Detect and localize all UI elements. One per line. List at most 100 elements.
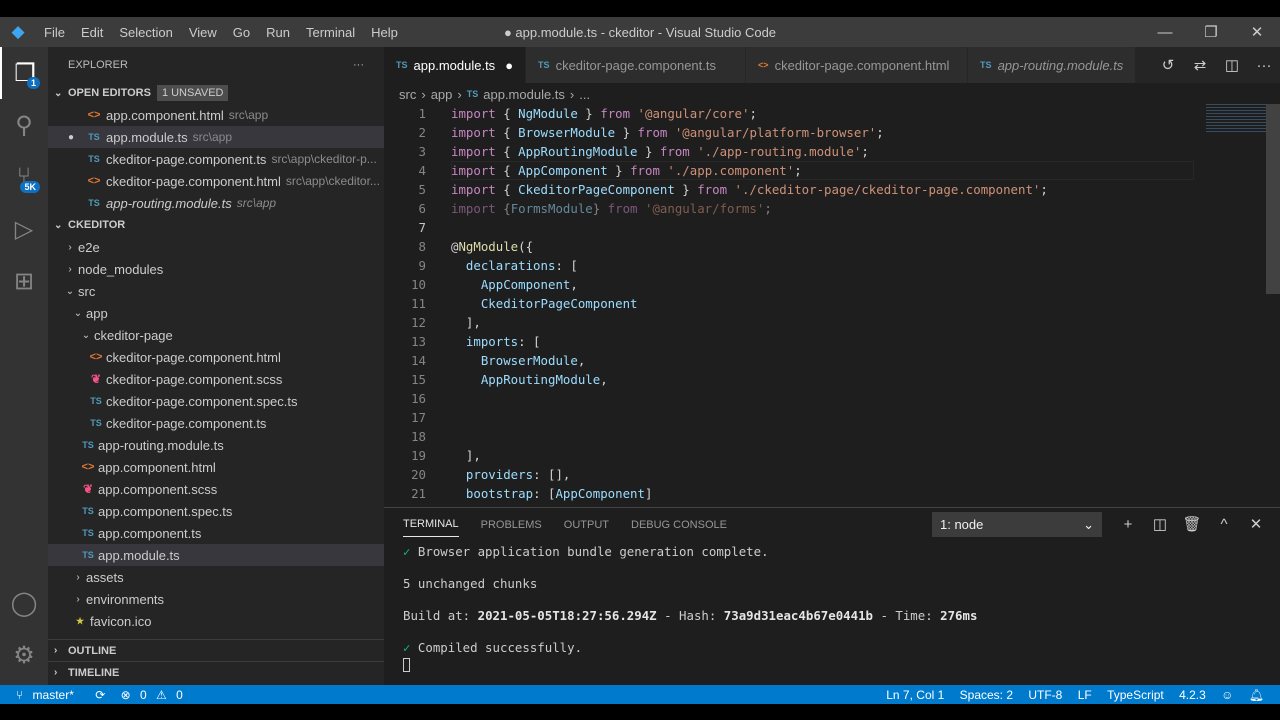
code-line[interactable]: 8 @NgModule({ [384,237,1048,256]
folder-item[interactable]: › e2e [48,236,384,258]
crumb-src[interactable]: src [399,87,416,102]
code-line[interactable]: 1 import { NgModule } from '@angular/core… [384,104,1048,123]
code-line[interactable]: 10 AppComponent, [384,275,1048,294]
tab-debug-console[interactable]: DEBUG CONSOLE [631,513,727,537]
open-editor-item[interactable]: <> app.component.html src\app [48,104,384,126]
unsaved-dot-icon[interactable]: ● [68,132,84,143]
menu-selection[interactable]: Selection [111,25,180,40]
code-line[interactable]: 4 import { AppComponent } from './app.com… [384,161,1048,180]
code-line[interactable]: 19 ], [384,446,1048,465]
timeline-history-icon[interactable]: ↺ [1152,56,1184,74]
folder-item[interactable]: › node_modules [48,258,384,280]
crumb-symbol[interactable]: ... [579,87,590,102]
code-line[interactable]: 5 import { CkeditorPageComponent } from '… [384,180,1048,199]
explorer-icon[interactable]: ❐ 1 [0,47,48,99]
code-line[interactable]: 16 [384,389,1048,408]
file-item[interactable]: ★ favicon.ico [48,610,384,632]
code-line[interactable]: 18 [384,427,1048,446]
file-item[interactable]: TS app.component.spec.ts [48,500,384,522]
file-item[interactable]: TS app.module.ts [48,544,384,566]
menu-view[interactable]: View [181,25,225,40]
problems-item[interactable]: ⊗ 0 ⚠ 0 [121,688,189,702]
minimap[interactable] [1206,104,1266,132]
more-icon[interactable]: ··· [1248,57,1280,74]
tab-ckeditor-page-component-html[interactable]: <> ckeditor-page.component.html [746,47,969,83]
open-editor-item[interactable]: TS app-routing.module.ts src\app [48,192,384,214]
notifications-bell-icon[interactable]: 🔔︎ [1249,688,1264,702]
trash-icon[interactable]: 🗑 [1176,512,1208,537]
code-line[interactable]: 20 providers: [], [384,465,1048,484]
open-editor-item[interactable]: TS ckeditor-page.component.ts src\app\cked… [48,148,384,170]
more-actions-icon[interactable]: ··· [353,59,364,71]
outline-header[interactable]: › OUTLINE [48,639,384,661]
file-item[interactable]: <> ckeditor-page.component.html [48,346,384,368]
extensions-icon[interactable]: ⊞ [0,255,48,307]
open-editor-item[interactable]: <> ckeditor-page.component.html src\app\ck… [48,170,384,192]
file-item[interactable]: TS app-routing.module.ts [48,434,384,456]
menu-edit[interactable]: Edit [73,25,111,40]
code-line[interactable]: 2 import { BrowserModule } from '@angular… [384,123,1048,142]
file-item[interactable]: TS app.component.ts [48,522,384,544]
file-item[interactable]: ❦ ckeditor-page.component.scss [48,368,384,390]
search-icon[interactable]: ⚲ [0,99,48,151]
feedback-icon[interactable]: ☺ [1221,688,1233,702]
restore-button[interactable]: ❐ [1188,17,1234,47]
close-button[interactable]: ✕ [1234,17,1280,47]
code-line[interactable]: 7 [384,218,1048,237]
new-terminal-icon[interactable]: + [1112,512,1144,537]
code-area[interactable]: 1 import { NgModule } from '@angular/core… [384,104,1048,503]
ts-version[interactable]: 4.2.3 [1179,688,1206,702]
code-line[interactable]: 17 [384,408,1048,427]
open-editors-header[interactable]: ⌄ OPEN EDITORS 1 UNSAVED [48,82,384,104]
split-editor-icon[interactable]: ◫ [1216,56,1248,74]
branch-item[interactable]: ⑂ master* [16,688,80,702]
line-ending[interactable]: LF [1078,688,1092,702]
folder-item[interactable]: ⌄ src [48,280,384,302]
file-item[interactable]: TS ckeditor-page.component.spec.ts [48,390,384,412]
maximize-panel-icon[interactable]: ^ [1208,512,1240,537]
settings-gear-icon[interactable]: ⚙ [0,629,48,681]
menu-terminal[interactable]: Terminal [298,25,363,40]
close-panel-icon[interactable]: ✕ [1240,512,1272,537]
crumb-app[interactable]: app [431,87,453,102]
terminal-output[interactable]: ✓ Browser application bundle generation … [384,541,1280,675]
sync-icon[interactable]: ⟳ [95,688,105,702]
code-line[interactable]: 9 declarations: [ [384,256,1048,275]
menu-run[interactable]: Run [258,25,298,40]
code-line[interactable]: 21 bootstrap: [AppComponent] [384,484,1048,503]
tab-app-routing-module-ts[interactable]: TS app-routing.module.ts [968,47,1137,83]
compare-changes-icon[interactable]: ⇄ [1184,56,1216,74]
file-item[interactable]: TS ckeditor-page.component.ts [48,412,384,434]
cursor-position[interactable]: Ln 7, Col 1 [886,688,944,702]
timeline-header[interactable]: › TIMELINE [48,661,384,683]
code-line[interactable]: 13 imports: [ [384,332,1048,351]
language-mode[interactable]: TypeScript [1107,688,1164,702]
tab-terminal[interactable]: TERMINAL [403,512,459,537]
code-line[interactable]: 11 CkeditorPageComponent [384,294,1048,313]
tab-app-module-ts[interactable]: TS app.module.ts ● [384,47,527,83]
code-line[interactable]: 6 import {FormsModule} from '@angular/for… [384,199,1048,218]
split-terminal-icon[interactable]: ◫ [1144,512,1176,537]
editor-scrollbar[interactable] [1266,104,1280,294]
open-editor-item[interactable]: ● TS app.module.ts src\app [48,126,384,148]
code-line[interactable]: 12 ], [384,313,1048,332]
tab-output[interactable]: OUTPUT [564,513,609,537]
code-line[interactable]: 15 AppRoutingModule, [384,370,1048,389]
code-line[interactable]: 3 import { AppRoutingModule } from './app… [384,142,1048,161]
folder-item[interactable]: ⌄ app [48,302,384,324]
source-control-icon[interactable]: ⑂ 5K [0,151,48,203]
terminal-select[interactable]: 1: node ⌄ [932,512,1102,537]
unsaved-dot-icon[interactable]: ● [505,58,513,73]
code-line[interactable]: 14 BrowserModule, [384,351,1048,370]
tab-ckeditor-page-component-ts[interactable]: TS ckeditor-page.component.ts [526,47,747,83]
menu-help[interactable]: Help [363,25,406,40]
file-item[interactable]: <> app.component.html [48,456,384,478]
tab-problems[interactable]: PROBLEMS [481,513,542,537]
menu-file[interactable]: File [36,25,73,40]
project-header[interactable]: ⌄ CKEDITOR [48,214,384,236]
folder-item[interactable]: › assets [48,566,384,588]
run-debug-icon[interactable]: ▷ [0,203,48,255]
folder-item[interactable]: › environments [48,588,384,610]
crumb-file[interactable]: app.module.ts [483,87,565,102]
minimize-button[interactable]: — [1142,17,1188,47]
